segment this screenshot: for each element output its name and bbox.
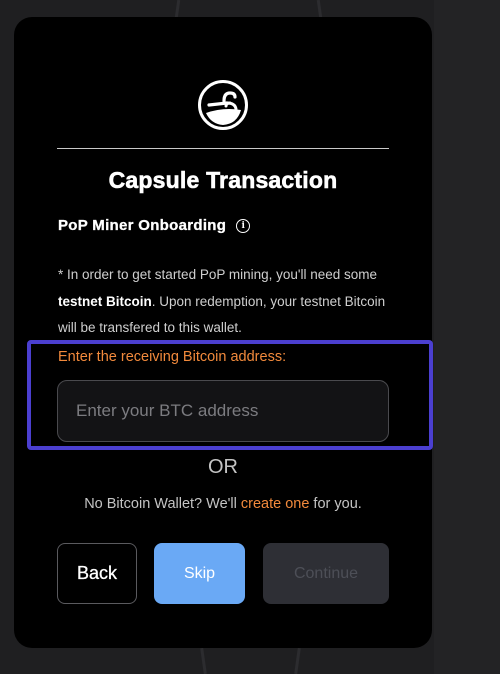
- background-line: [174, 0, 181, 19]
- capsule-logo-icon: [197, 79, 249, 131]
- testnet-note: * In order to get started PoP mining, yo…: [58, 262, 388, 342]
- create-suffix: for you.: [309, 496, 362, 512]
- create-wallet-row: No Bitcoin Wallet? We'll create one for …: [0, 496, 446, 512]
- or-separator: OR: [208, 456, 238, 478]
- subtitle-row: PoP Miner Onboarding i: [58, 217, 251, 234]
- info-icon[interactable]: i: [236, 218, 251, 233]
- header-divider: [57, 148, 389, 149]
- note-prefix: * In order to get started PoP mining, yo…: [58, 267, 378, 282]
- background-line: [316, 0, 323, 19]
- skip-button[interactable]: Skip: [154, 543, 245, 604]
- background-line: [294, 647, 301, 674]
- continue-button[interactable]: Continue: [263, 543, 389, 604]
- dialog-title: Capsule Transaction: [108, 167, 338, 194]
- create-wallet-link[interactable]: create one: [241, 496, 310, 512]
- background-line: [200, 647, 207, 674]
- create-prefix: No Bitcoin Wallet? We'll: [84, 496, 241, 512]
- dialog-subtitle: PoP Miner Onboarding: [58, 217, 227, 234]
- background-stripe: [434, 0, 500, 674]
- btc-address-label: Enter the receiving Bitcoin address:: [58, 349, 287, 365]
- back-button[interactable]: Back: [57, 543, 137, 604]
- note-bold: testnet Bitcoin: [58, 293, 152, 309]
- btc-address-input[interactable]: [57, 380, 389, 442]
